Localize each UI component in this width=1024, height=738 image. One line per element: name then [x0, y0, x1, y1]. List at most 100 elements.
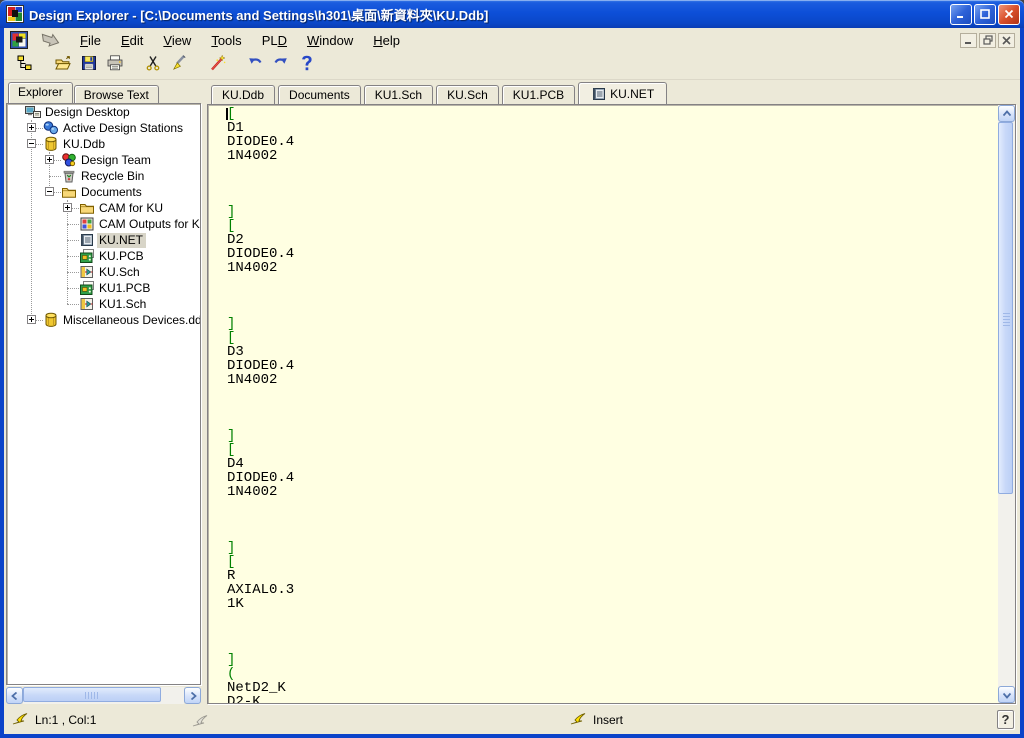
- menu-edit[interactable]: Edit: [111, 30, 153, 51]
- doc-tab-ku-net[interactable]: KU.NET: [578, 82, 667, 104]
- redo-button[interactable]: [268, 53, 294, 78]
- pcb-icon: [79, 280, 95, 296]
- tree-connector: [67, 272, 79, 273]
- tree-item-ku-net[interactable]: KU.NET: [7, 232, 200, 248]
- editor-line: DIODE0.4: [227, 135, 998, 149]
- tree-item-miscellaneous-devices-ddb[interactable]: Miscellaneous Devices.ddb: [7, 312, 200, 328]
- undo-button[interactable]: [242, 53, 268, 78]
- cut-button[interactable]: [140, 53, 166, 78]
- pcb-icon: [79, 248, 95, 264]
- editor-line: 1N4002: [227, 485, 998, 499]
- doc-tab-label: KU1.Sch: [375, 88, 422, 102]
- tree-connector: [67, 240, 79, 241]
- tree-item-ku-pcb[interactable]: KU.PCB: [7, 248, 200, 264]
- expand-toggle[interactable]: [63, 203, 72, 212]
- editor-line: [227, 303, 998, 317]
- tree-item-ku1-sch[interactable]: KU1.Sch: [7, 296, 200, 312]
- netlist-editor[interactable]: [D1DIODE0.41N4002 ][D2DIODE0.41N4002 ][D…: [207, 104, 1016, 704]
- doc-tab-documents[interactable]: Documents: [278, 85, 361, 104]
- open-button[interactable]: [50, 53, 76, 78]
- tree-item-ku-ddb[interactable]: KU.Ddb: [7, 136, 200, 152]
- window-body: FileEditViewToolsPLDWindowHelp ExplorerB…: [4, 28, 1020, 734]
- window-title: Design Explorer - [C:\Documents and Sett…: [29, 5, 950, 24]
- menu-tools[interactable]: Tools: [201, 30, 251, 51]
- maximize-button[interactable]: [974, 4, 996, 25]
- expand-toggle[interactable]: [45, 155, 54, 164]
- editor-line: [227, 499, 998, 513]
- doc-tab-ku-sch[interactable]: KU.Sch: [436, 85, 499, 104]
- protel-logo-icon[interactable]: [10, 31, 28, 49]
- editor-vertical-scrollbar[interactable]: [998, 105, 1015, 703]
- scrollbar-track[interactable]: [998, 122, 1015, 686]
- doc-tab-ku1-pcb[interactable]: KU1.PCB: [502, 85, 575, 104]
- tab-browse-text[interactable]: Browse Text: [74, 85, 159, 103]
- editor-line: [227, 513, 998, 527]
- save-button[interactable]: [76, 53, 102, 78]
- expand-toggle[interactable]: [27, 315, 36, 324]
- title-bar[interactable]: Design Explorer - [C:\Documents and Sett…: [0, 0, 1024, 28]
- tree-item-label: CAM for KU: [97, 201, 166, 216]
- scrollbar-track[interactable]: [23, 687, 184, 704]
- toolbar: [4, 52, 1020, 80]
- menu-items: FileEditViewToolsPLDWindowHelp: [70, 30, 960, 51]
- menu-window[interactable]: Window: [297, 30, 363, 51]
- doc-tab-ku1-sch[interactable]: KU1.Sch: [364, 85, 433, 104]
- close-button[interactable]: [998, 4, 1020, 25]
- print-button[interactable]: [102, 53, 128, 78]
- scrollbar-thumb[interactable]: [23, 687, 161, 702]
- editor-line: [227, 275, 998, 289]
- tree-item-cam-for-ku[interactable]: CAM for KU: [7, 200, 200, 216]
- tree-connector: [49, 176, 61, 177]
- tree-horizontal-scrollbar[interactable]: [6, 687, 201, 704]
- tree-item-documents[interactable]: Documents: [7, 184, 200, 200]
- tree-item-ku1-pcb[interactable]: KU1.PCB: [7, 280, 200, 296]
- tab-explorer[interactable]: Explorer: [8, 82, 73, 103]
- tree-item-label: Recycle Bin: [79, 169, 147, 184]
- scroll-down-button[interactable]: [998, 686, 1015, 703]
- schematic-icon: [79, 264, 95, 280]
- editor-line: 1N4002: [227, 149, 998, 163]
- magic-wand-button[interactable]: [204, 53, 230, 78]
- tree-item-ku-sch[interactable]: KU.Sch: [7, 264, 200, 280]
- tree-item-cam-outputs-for-ku[interactable]: CAM Outputs for KU: [7, 216, 200, 232]
- folder-icon: [79, 200, 95, 216]
- menu-view[interactable]: View: [153, 30, 201, 51]
- menu-help[interactable]: Help: [363, 30, 410, 51]
- help-button[interactable]: [294, 53, 320, 78]
- tree-item-design-desktop[interactable]: Design Desktop: [7, 104, 200, 120]
- editor-line: [: [227, 331, 998, 345]
- editor-text[interactable]: [D1DIODE0.41N4002 ][D2DIODE0.41N4002 ][D…: [208, 105, 998, 703]
- menu-arrow-icon[interactable]: [38, 32, 62, 48]
- menu-file[interactable]: File: [70, 30, 111, 51]
- collapse-toggle[interactable]: [27, 139, 36, 148]
- editor-line: DIODE0.4: [227, 247, 998, 261]
- minimize-button[interactable]: [950, 4, 972, 25]
- scroll-up-button[interactable]: [998, 105, 1015, 122]
- tree-item-active-design-stations[interactable]: Active Design Stations: [7, 120, 200, 136]
- scrollbar-thumb[interactable]: [998, 122, 1013, 494]
- doc-tab-ku-ddb[interactable]: KU.Ddb: [211, 85, 275, 104]
- editor-line: [227, 163, 998, 177]
- mdi-minimize-button[interactable]: [960, 33, 977, 48]
- doc-tab-label: Documents: [289, 88, 350, 102]
- status-help-button[interactable]: ?: [997, 710, 1014, 729]
- editor-line: [227, 191, 998, 205]
- menu-pld[interactable]: PLD: [252, 30, 297, 51]
- paste-button[interactable]: [166, 53, 192, 78]
- expand-toggle[interactable]: [27, 123, 36, 132]
- editor-line: [227, 611, 998, 625]
- mdi-restore-button[interactable]: [979, 33, 996, 48]
- scroll-right-button[interactable]: [184, 687, 201, 704]
- help-icon: [301, 55, 313, 77]
- explorer-toggle-button[interactable]: [12, 53, 38, 78]
- editor-line: 1N4002: [227, 261, 998, 275]
- tree-item-recycle-bin[interactable]: Recycle Bin: [7, 168, 200, 184]
- save-icon: [80, 54, 98, 77]
- collapse-toggle[interactable]: [45, 187, 54, 196]
- toolbar-separator: [230, 65, 242, 66]
- tree-item-design-team[interactable]: Design Team: [7, 152, 200, 168]
- scroll-left-button[interactable]: [6, 687, 23, 704]
- mdi-close-button[interactable]: [998, 33, 1015, 48]
- design-explorer-window: Design Explorer - [C:\Documents and Sett…: [0, 0, 1024, 738]
- editor-line: ]: [227, 541, 998, 555]
